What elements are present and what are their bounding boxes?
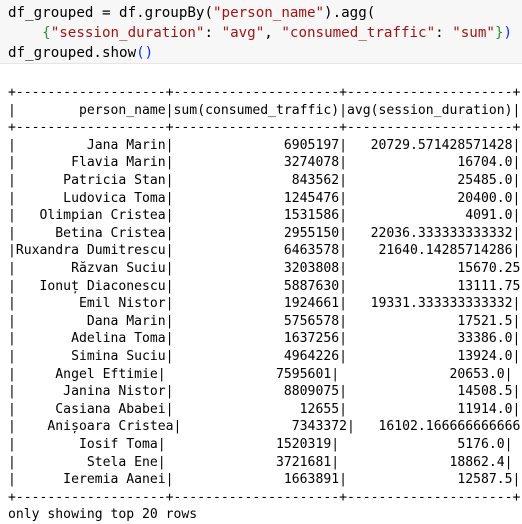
code-token: df_grouped = df.groupBy( [8,5,213,21]
code-string: "person_name" [213,5,325,21]
table-border-top: +-------------------+-------------------… [8,85,521,100]
table-row: | Iosif Toma| 1520319| 5176.0| [8,437,513,452]
code-token: : [435,25,453,41]
code-token: ).agg( [324,5,376,21]
code-string: "sum" [452,25,495,41]
table-row: | Emil Nistor| 1924661| 19331.3333333333… [8,296,521,312]
code-paren: () [136,45,154,61]
table-row: | Simina Suciu| 4964226| 13924.0| [8,349,521,364]
code-token: df_grouped.show [8,45,137,61]
code-string: "session_duration" [50,25,205,41]
table-row: | Adelina Toma| 1637256| 33386.0| [8,331,521,347]
code-token: : [204,25,222,41]
table-row: | Janina Nistor| 8809075| 14508.5| [8,384,521,400]
table-row: | Jana Marin| 6905197| 20729.57142857142… [8,137,521,153]
code-brace: { [42,25,51,41]
code-token: , [264,25,282,41]
table-row: | Olimpian Cristea| 1531586| 4091.0| [8,208,521,224]
table-row: | Patricia Stan| 843562| 25485.0| [8,173,521,188]
table-row: |Ruxandra Dumitrescu| 6463578| 21640.142… [8,243,521,259]
table-row: | Dana Marin| 5756578| 17521.5| [8,313,521,329]
table-header: | person_name|sum(consumed_traffic)|avg(… [8,102,521,118]
table-row: | Ionuț Diaconescu| 5887630| 13111.75| [8,278,522,294]
table-row: | Betina Cristea| 2955150| 22036.3333333… [8,225,521,241]
code-paren: ) [503,25,513,41]
table-row: | Angel Eftimie| 7595601| 20653.0| [8,366,513,382]
code-line-1: df_grouped = df.groupBy("person_name").a… [8,3,375,23]
code-cell[interactable]: df_grouped = df.groupBy("person_name").a… [0,0,522,64]
table-border-mid: +-------------------+-------------------… [8,120,521,136]
table-row: | Stela Ene| 3721681| 18862.4| [8,454,513,470]
table-border-bottom: +-------------------+-------------------… [8,489,521,505]
code-string: "consumed_traffic" [281,25,436,41]
table-row: | Flavia Marin| 3274078| 16704.0| [8,155,521,171]
table-row: | Răzvan Suciu| 3203808| 15670.25| [8,261,522,276]
table-row: | Ieremia Aanei| 1663891| 12587.5| [8,472,521,488]
code-line-3: df_grouped.show() [8,43,153,63]
cell-output: +-------------------+-------------------… [0,64,522,524]
table-row: | Casiana Ababei| 12655| 11914.0| [8,401,521,417]
code-string: "avg" [221,25,265,41]
table-row: | Anișoara Cristea| 7343372| 16102.16666… [8,419,522,435]
output-footer: only showing top 20 rows [8,507,198,523]
code-line-2: {"session_duration": "avg", "consumed_tr… [8,23,512,43]
table-row: | Ludovica Toma| 1245476| 20400.0| [8,190,521,206]
